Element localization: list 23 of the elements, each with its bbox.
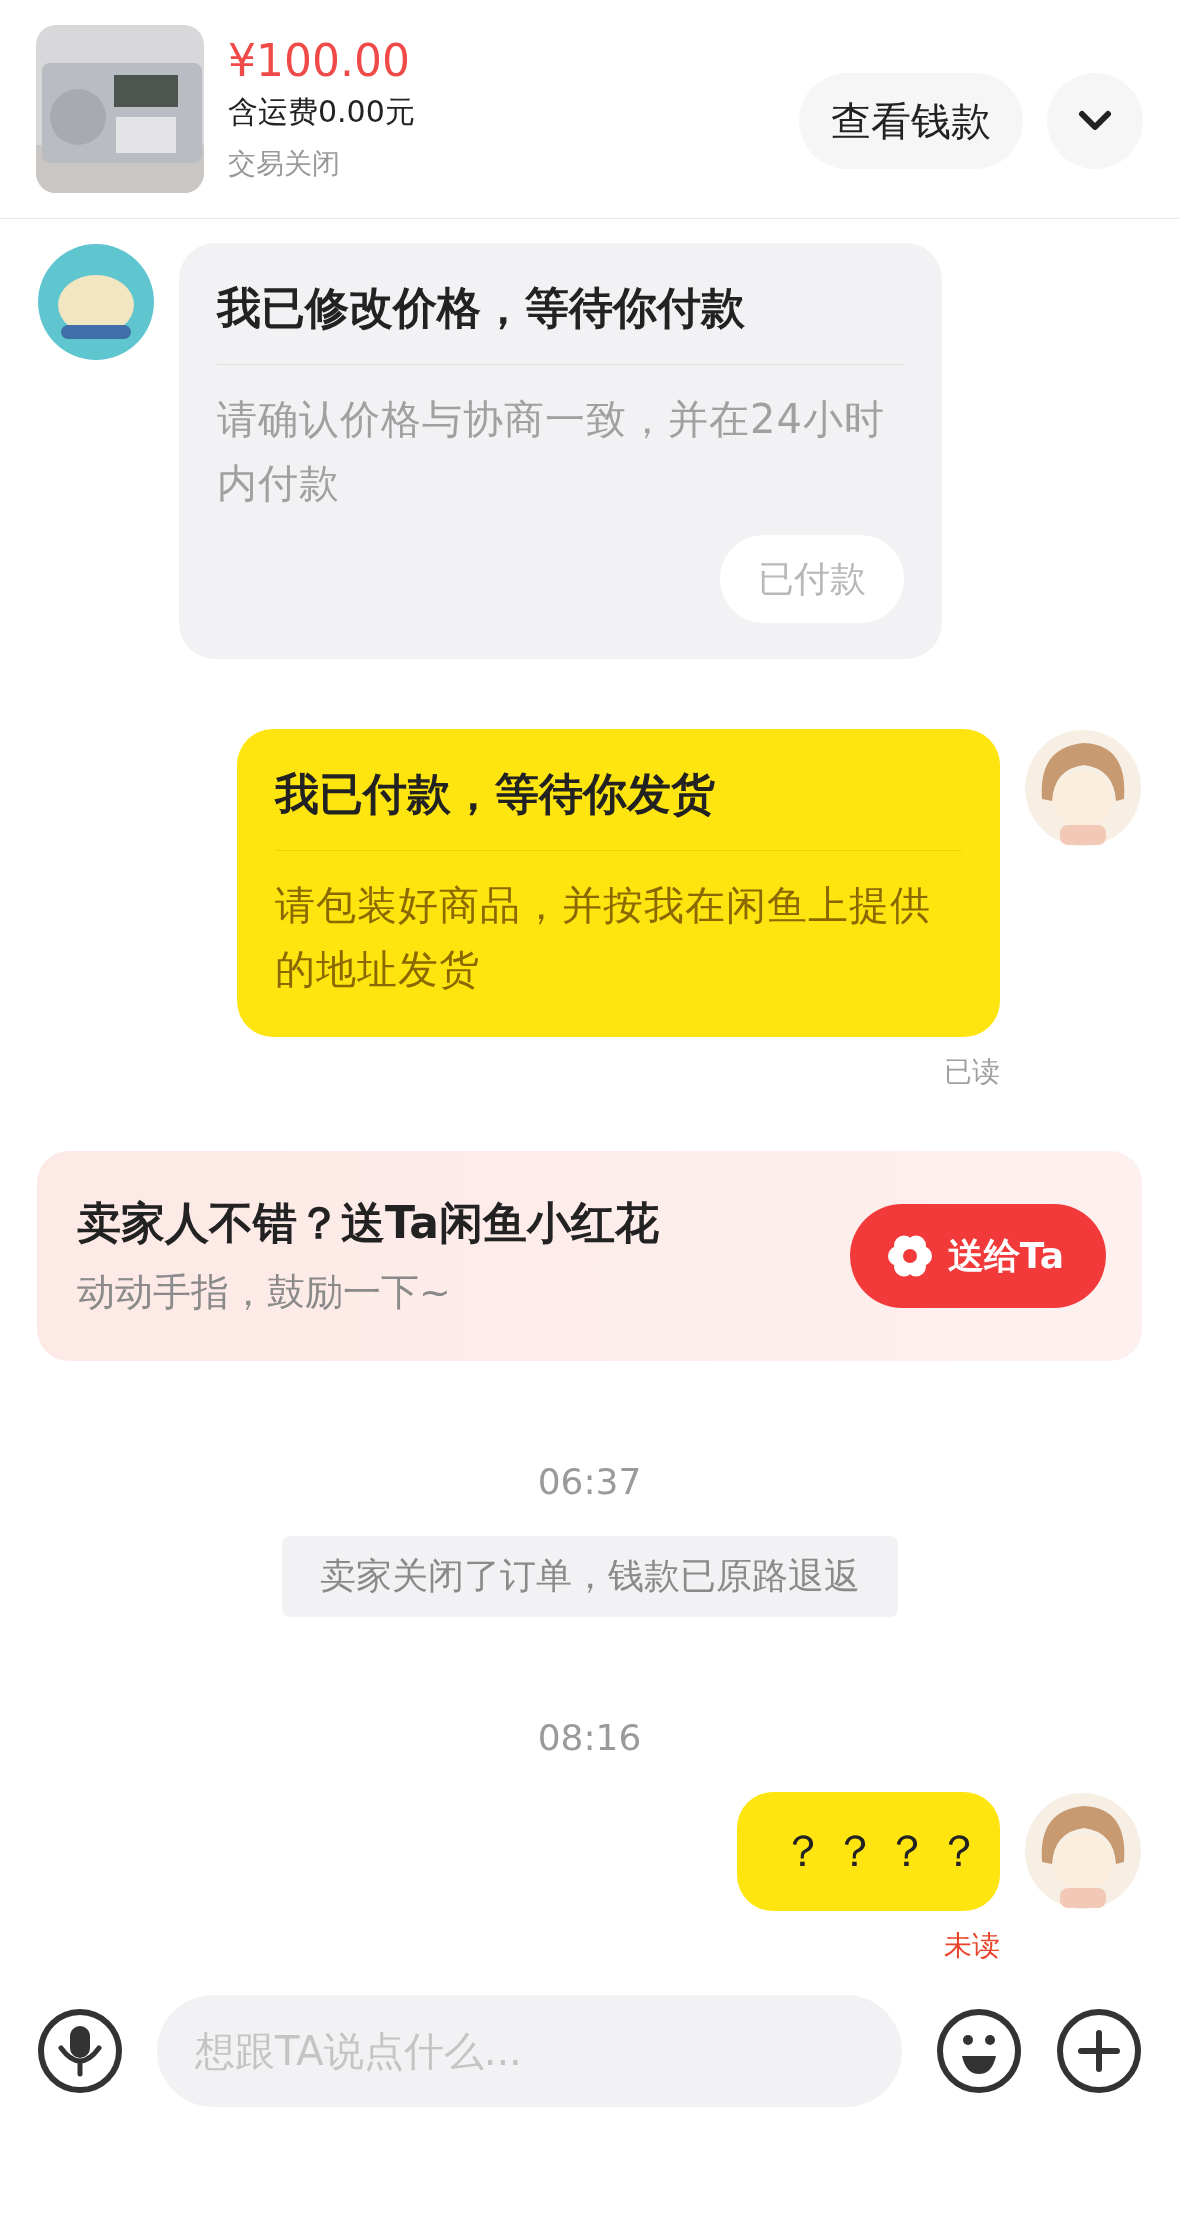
avatar[interactable]: [37, 243, 155, 362]
timestamp: 08:16: [537, 1717, 642, 1759]
order-status: 交易关闭: [228, 146, 341, 183]
microphone-icon[interactable]: [37, 2008, 123, 2095]
plus-icon[interactable]: [1056, 2008, 1142, 2095]
promo-subtitle: 动动手指，鼓励一下~: [77, 1269, 452, 1317]
card-title: 我已修改价格，等待你付款: [217, 279, 904, 366]
timestamp: 06:37: [537, 1461, 642, 1503]
view-funds-button[interactable]: 查看钱款: [799, 73, 1023, 170]
send-flower-button[interactable]: 送给Ta: [849, 1204, 1106, 1309]
message-bubble: ？？？？: [737, 1792, 1000, 1912]
read-receipt: 未读: [944, 1928, 1000, 1965]
card-text: 请包装好商品，并按我在闲鱼上提供的地址发货: [275, 881, 932, 995]
chevron-down-icon: [1078, 110, 1112, 133]
promo-title: 卖家人不错？送Ta闲鱼小红花: [77, 1196, 660, 1251]
shipping-fee: 含运费0.00元: [228, 93, 416, 132]
read-receipt: 已读: [944, 1054, 1000, 1091]
system-notice: 卖家关闭了订单，钱款已原路退返: [281, 1536, 898, 1618]
card-text: 请确认价格与协商一致，并在24小时内付款: [217, 395, 886, 509]
card-title: 我已付款，等待你发货: [275, 765, 962, 852]
price: ¥100.00: [228, 35, 411, 87]
emoji-icon[interactable]: [936, 2008, 1022, 2095]
paid-button[interactable]: 已付款: [720, 535, 904, 624]
